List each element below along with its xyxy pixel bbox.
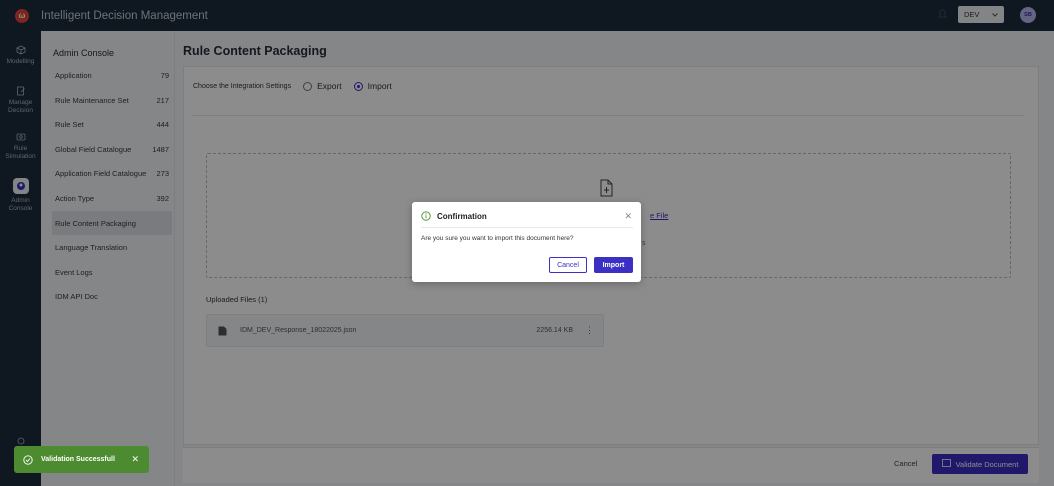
close-icon[interactable]: ✕ bbox=[624, 211, 632, 222]
success-toast: Validation Successfull ✕ bbox=[14, 446, 149, 473]
toast-message: Validation Successfull bbox=[41, 456, 115, 463]
dialog-cancel-button[interactable]: Cancel bbox=[549, 257, 587, 273]
dialog-title: Confirmation bbox=[437, 211, 487, 221]
divider bbox=[421, 227, 633, 228]
dialog-header: Confirmation bbox=[421, 211, 487, 221]
close-icon[interactable]: ✕ bbox=[131, 454, 139, 465]
check-circle-icon bbox=[23, 454, 33, 465]
dialog-message: Are you sure you want to import this doc… bbox=[421, 235, 574, 242]
info-icon bbox=[421, 211, 431, 221]
dialog-import-button[interactable]: Import bbox=[594, 257, 633, 273]
confirmation-dialog: Confirmation ✕ Are you sure you want to … bbox=[412, 202, 641, 282]
